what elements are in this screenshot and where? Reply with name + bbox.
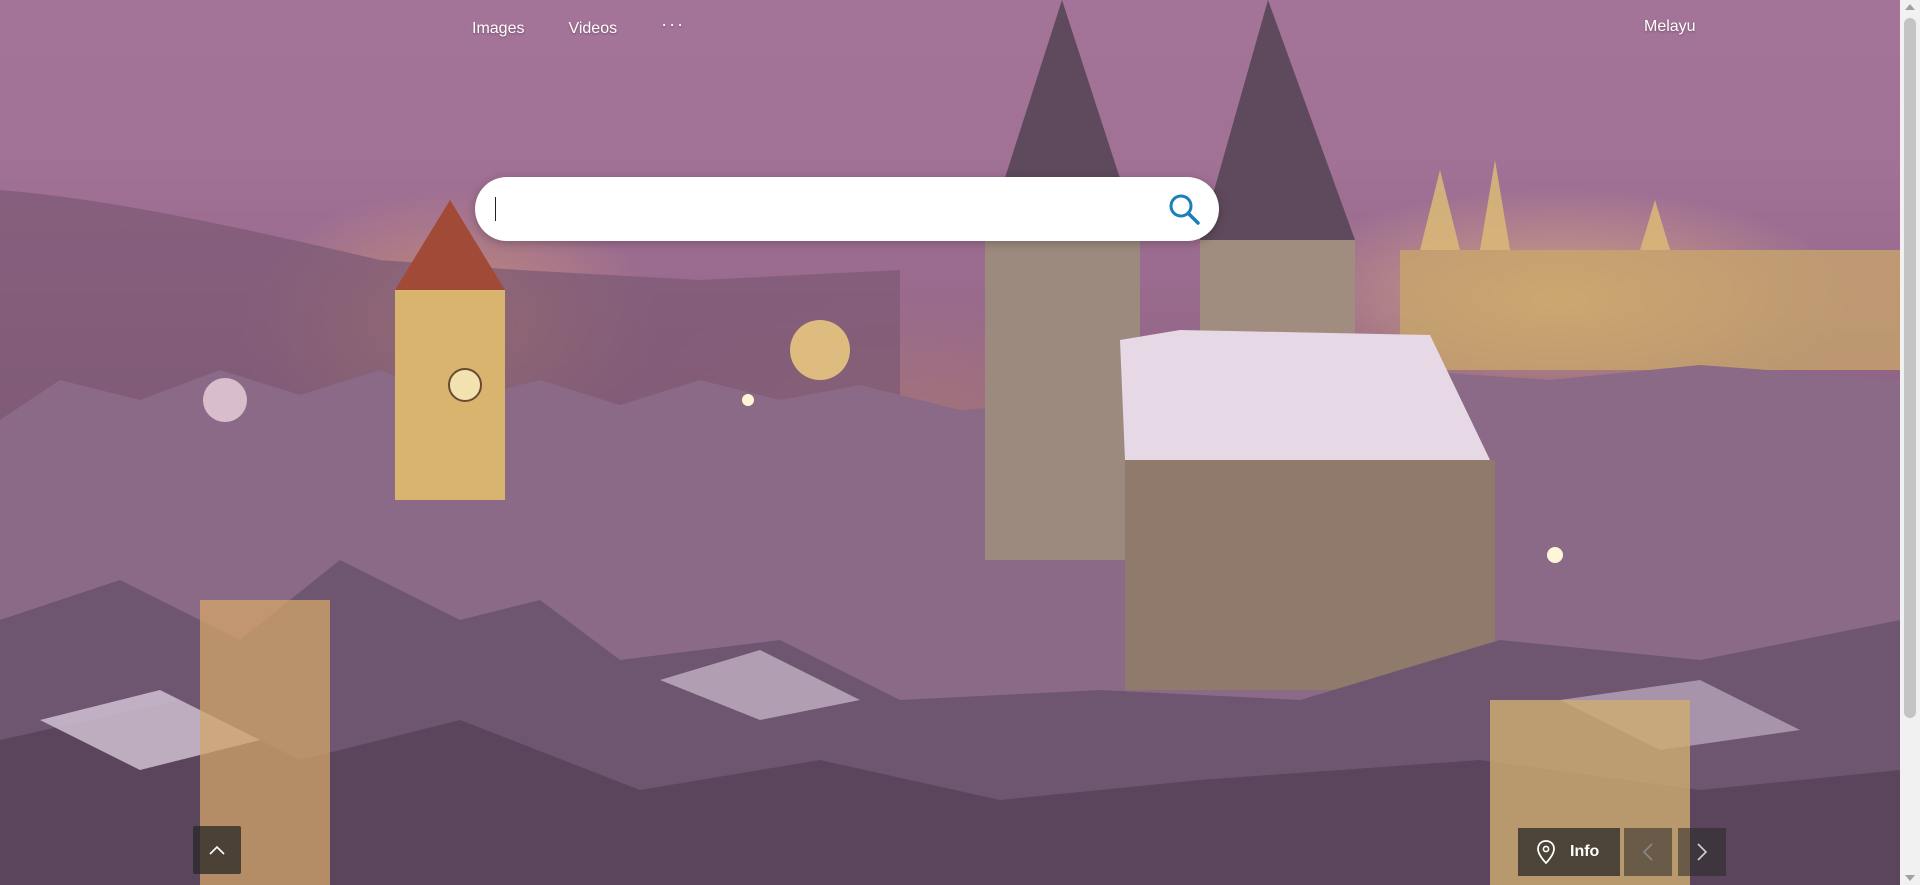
search-box: [475, 177, 1219, 241]
chevron-up-icon: [209, 845, 225, 855]
language-link[interactable]: Melayu: [1644, 18, 1696, 36]
previous-image-button[interactable]: [1624, 828, 1672, 876]
search-icon: [1169, 194, 1200, 225]
scroll-arrow-down-icon[interactable]: [1905, 875, 1915, 881]
nav-link-images[interactable]: Images: [472, 20, 524, 38]
vertical-scrollbar[interactable]: [1900, 0, 1920, 885]
nav-link-videos[interactable]: Videos: [568, 20, 617, 38]
scroll-arrow-up-icon[interactable]: [1905, 4, 1915, 10]
cityscape-illustration: [0, 0, 1900, 885]
text-caret: [495, 197, 496, 221]
more-options-button[interactable]: ···: [661, 14, 685, 35]
scrollbar-thumb[interactable]: [1904, 18, 1916, 718]
search-input[interactable]: [493, 189, 1137, 231]
next-image-button[interactable]: [1678, 828, 1726, 876]
info-label: Info: [1570, 843, 1600, 860]
chevron-left-icon: [1642, 843, 1653, 861]
location-pin-icon: [1537, 840, 1555, 864]
scroll-up-button[interactable]: [193, 826, 241, 874]
search-button[interactable]: [1167, 192, 1201, 226]
top-navigation: Images Videos ···: [472, 14, 685, 38]
info-button[interactable]: Info: [1518, 828, 1620, 876]
chevron-right-icon: [1697, 843, 1708, 861]
background-image: [0, 0, 1900, 885]
